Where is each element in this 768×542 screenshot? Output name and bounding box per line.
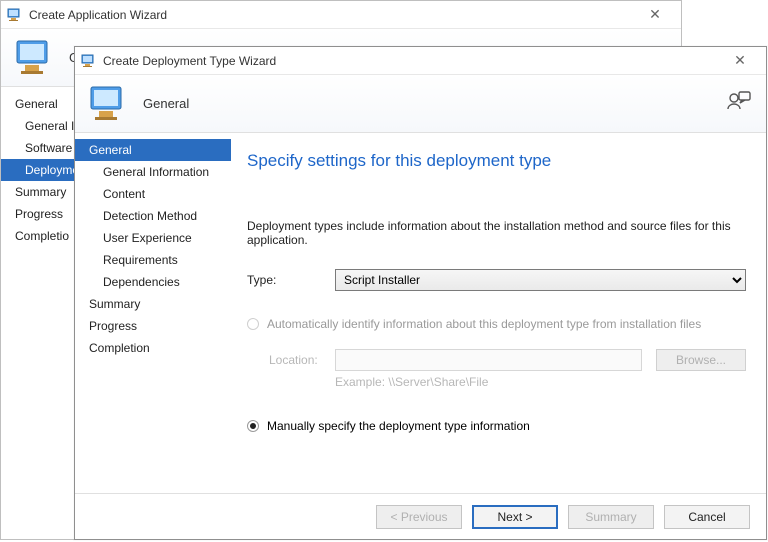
previous-button: < Previous (376, 505, 462, 529)
radio-icon (247, 318, 259, 330)
dep-wizard-banner: General (75, 75, 766, 133)
radio-manual[interactable]: Manually specify the deployment type inf… (247, 419, 746, 433)
app-wizard-title: Create Application Wizard (29, 8, 635, 22)
wizard-icon (81, 53, 97, 69)
side-general[interactable]: General (75, 139, 231, 161)
radio-auto-label: Automatically identify information about… (267, 317, 701, 331)
radio-manual-label: Manually specify the deployment type inf… (267, 419, 530, 433)
browse-button: Browse... (656, 349, 746, 371)
wizard-footer: < Previous Next > Summary Cancel (75, 493, 766, 539)
side-content[interactable]: Content (75, 183, 231, 205)
type-row: Type: Script Installer (247, 269, 746, 291)
next-button[interactable]: Next > (472, 505, 558, 529)
feedback-icon[interactable] (724, 89, 752, 117)
side-summary[interactable]: Summary (75, 293, 231, 315)
page-heading: Specify settings for this deployment typ… (247, 151, 746, 171)
radio-icon (247, 420, 259, 432)
side-ux[interactable]: User Experience (75, 227, 231, 249)
summary-button: Summary (568, 505, 654, 529)
side-dependencies[interactable]: Dependencies (75, 271, 231, 293)
cancel-button[interactable]: Cancel (664, 505, 750, 529)
dep-wizard-nav: General General Information Content Dete… (75, 133, 231, 493)
dep-wizard-titlebar: Create Deployment Type Wizard ✕ (75, 47, 766, 75)
wizard-page: Specify settings for this deployment typ… (231, 133, 766, 493)
location-label: Location: (269, 353, 335, 367)
dep-wizard-close-icon[interactable]: ✕ (720, 52, 760, 69)
type-select[interactable]: Script Installer (335, 269, 746, 291)
side-completion[interactable]: Completion (75, 337, 231, 359)
wizard-icon (7, 7, 23, 23)
banner-computer-icon (15, 37, 57, 79)
dep-wizard-banner-text: General (143, 96, 189, 111)
app-wizard-titlebar: Create Application Wizard ✕ (1, 1, 681, 29)
type-label: Type: (247, 273, 335, 287)
page-description: Deployment types include information abo… (247, 219, 746, 247)
radio-auto: Automatically identify information about… (247, 317, 746, 331)
dep-wizard-title: Create Deployment Type Wizard (103, 54, 720, 68)
location-example: Example: \\Server\Share\File (335, 375, 746, 389)
location-input (335, 349, 642, 371)
side-general-info[interactable]: General Information (75, 161, 231, 183)
banner-computer-icon (89, 83, 131, 125)
side-detection[interactable]: Detection Method (75, 205, 231, 227)
dep-wizard-window: Create Deployment Type Wizard ✕ General … (74, 46, 767, 540)
app-wizard-close-icon[interactable]: ✕ (635, 6, 675, 23)
side-progress[interactable]: Progress (75, 315, 231, 337)
location-row: Location: Browse... (269, 349, 746, 371)
side-requirements[interactable]: Requirements (75, 249, 231, 271)
